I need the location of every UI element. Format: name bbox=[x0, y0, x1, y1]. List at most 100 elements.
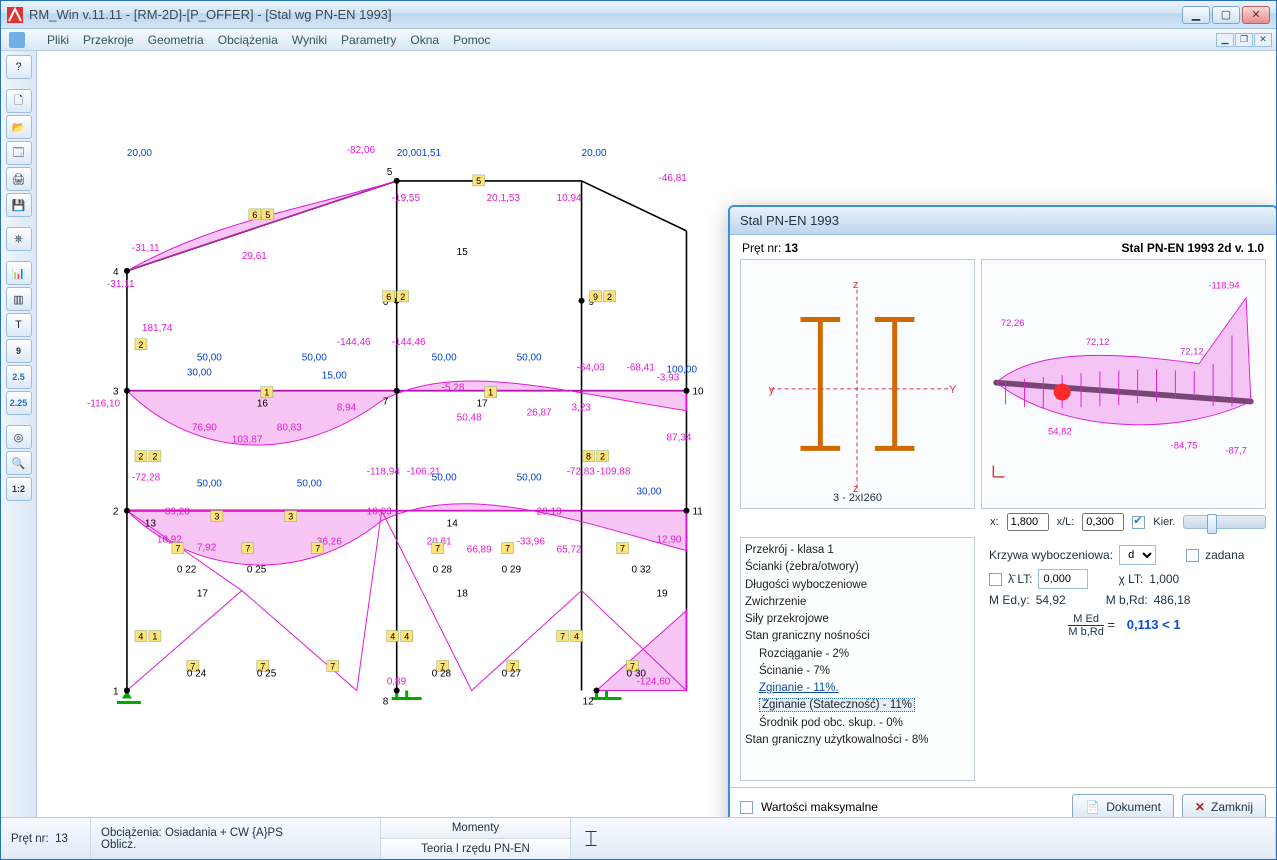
menu-okna[interactable]: Okna bbox=[410, 33, 439, 47]
maximize-button[interactable]: ▢ bbox=[1212, 6, 1240, 24]
x-input[interactable] bbox=[1007, 513, 1049, 531]
svg-text:20,00: 20,00 bbox=[127, 148, 152, 159]
minimize-button[interactable]: ▁ bbox=[1182, 6, 1210, 24]
svg-text:5: 5 bbox=[387, 167, 393, 178]
new-button[interactable]: 🗋 bbox=[6, 89, 32, 113]
svg-text:100,00: 100,00 bbox=[666, 365, 697, 376]
svg-text:0 25: 0 25 bbox=[247, 565, 267, 576]
svg-text:-144,46: -144,46 bbox=[392, 337, 426, 348]
curve-select[interactable]: d bbox=[1119, 545, 1156, 565]
svg-text:-84,75: -84,75 bbox=[1171, 440, 1198, 451]
document-button[interactable]: 📄 Dokument bbox=[1072, 794, 1174, 817]
lambda-input[interactable] bbox=[1038, 569, 1088, 589]
svg-text:8: 8 bbox=[586, 452, 591, 462]
svg-text:-82,06: -82,06 bbox=[347, 145, 376, 156]
svg-text:2: 2 bbox=[400, 292, 405, 302]
structure-canvas[interactable]: 20,00 -82,06 20,001,51 20,00 bbox=[37, 51, 1276, 817]
scale-button[interactable]: 1:2 bbox=[6, 477, 32, 501]
svg-text:1: 1 bbox=[113, 686, 119, 697]
fire-button[interactable]: ⎈ bbox=[6, 227, 32, 251]
close-button[interactable]: ✕ bbox=[1242, 6, 1270, 24]
svg-text:0,89: 0,89 bbox=[387, 676, 407, 687]
svg-text:8,94: 8,94 bbox=[337, 403, 357, 414]
status-tab-momenty[interactable]: Momenty bbox=[381, 818, 570, 839]
preview-button[interactable]: 🗔 bbox=[6, 141, 32, 165]
tree-sgu[interactable]: Stan graniczny użytkowalności - 8% bbox=[745, 732, 968, 749]
svg-text:80,83: 80,83 bbox=[277, 423, 302, 434]
svg-text:7: 7 bbox=[175, 544, 180, 554]
app-icon bbox=[7, 7, 23, 23]
svg-text:0 28: 0 28 bbox=[433, 565, 453, 576]
tree-scinanie[interactable]: Ścinanie - 7% bbox=[745, 663, 968, 680]
svg-text:89,20: 89,20 bbox=[165, 507, 190, 518]
statusbar: Pręt nr: 13 Obciążenia: Osiadania + CW {… bbox=[1, 817, 1276, 859]
svg-text:-31,11: -31,11 bbox=[107, 279, 135, 290]
menu-pomoc[interactable]: Pomoc bbox=[453, 33, 490, 47]
menu-obciazenia[interactable]: Obciążenia bbox=[218, 33, 278, 47]
kier-checkbox[interactable] bbox=[1132, 516, 1145, 529]
svg-text:-116,10: -116,10 bbox=[87, 399, 121, 410]
mdi-close-button[interactable]: ✕ bbox=[1254, 33, 1272, 47]
tree-rozciaganie[interactable]: Rozciąganie - 2% bbox=[745, 646, 968, 663]
tree-srodnik[interactable]: Środnik pod obc. skup. - 0% bbox=[745, 715, 968, 732]
nine-button[interactable]: 9 bbox=[6, 339, 32, 363]
svg-text:5: 5 bbox=[265, 210, 270, 220]
tree-zginanie[interactable]: Zginanie - 11%. bbox=[745, 680, 968, 697]
tee-button[interactable]: T bbox=[6, 313, 32, 337]
menu-przekroje[interactable]: Przekroje bbox=[83, 33, 134, 47]
zadana-checkbox[interactable] bbox=[1186, 549, 1199, 562]
mdi-child-icon bbox=[9, 32, 25, 48]
svg-text:50,00: 50,00 bbox=[517, 353, 542, 364]
svg-text:12: 12 bbox=[583, 696, 595, 707]
help-button[interactable]: ? bbox=[6, 55, 32, 79]
menu-parametry[interactable]: Parametry bbox=[341, 33, 396, 47]
svg-text:50,00: 50,00 bbox=[432, 353, 457, 364]
dialog-pret-no: 13 bbox=[785, 241, 798, 255]
svg-text:2: 2 bbox=[138, 452, 143, 462]
open-button[interactable]: 📂 bbox=[6, 115, 32, 139]
zoom-button[interactable]: 🔍 bbox=[6, 451, 32, 475]
svg-text:0 29: 0 29 bbox=[502, 565, 522, 576]
wmax-checkbox[interactable] bbox=[740, 801, 753, 814]
svg-text:20,001,51: 20,001,51 bbox=[397, 148, 442, 159]
svg-text:0 28: 0 28 bbox=[432, 668, 452, 679]
position-slider[interactable] bbox=[1183, 515, 1266, 529]
svg-text:30,00: 30,00 bbox=[637, 487, 662, 498]
svg-text:0 30: 0 30 bbox=[627, 668, 647, 679]
moment-panel: -118,94 72,26 72,12 72,12 54,82 -84,75 bbox=[981, 259, 1266, 509]
svg-text:7: 7 bbox=[435, 544, 440, 554]
dialog-title[interactable]: Stal PN-EN 1993 bbox=[730, 207, 1276, 235]
chart-button[interactable]: 📊 bbox=[6, 261, 32, 285]
menu-wyniki[interactable]: Wyniki bbox=[292, 33, 327, 47]
svg-text:10,94: 10,94 bbox=[557, 193, 582, 204]
menu-geometria[interactable]: Geometria bbox=[148, 33, 204, 47]
tree-zwichrzenie[interactable]: Zwichrzenie bbox=[745, 594, 968, 611]
mdi-minimize-button[interactable]: ▁ bbox=[1216, 33, 1234, 47]
mdi-restore-button[interactable]: ❐ bbox=[1235, 33, 1253, 47]
tree-scianki[interactable]: Ścianki (żebra/otwory) bbox=[745, 559, 968, 576]
bars-button[interactable]: ▥ bbox=[6, 287, 32, 311]
tree-sgn[interactable]: Stan graniczny nośności bbox=[745, 628, 968, 645]
tree-przekroj[interactable]: Przekrój - klasa 1 bbox=[745, 542, 968, 559]
svg-text:4: 4 bbox=[138, 632, 143, 642]
svg-text:50,00: 50,00 bbox=[302, 353, 327, 364]
svg-text:15,00: 15,00 bbox=[322, 371, 347, 382]
tree-sily[interactable]: Siły przekrojowe bbox=[745, 611, 968, 628]
save-button[interactable]: 💾 bbox=[6, 193, 32, 217]
lambda-checkbox[interactable] bbox=[989, 573, 1002, 586]
status-tab-teoria[interactable]: Teoria I rzędu PN-EN bbox=[381, 839, 570, 859]
menu-pliki[interactable]: Pliki bbox=[47, 33, 69, 47]
status-pret-no: 13 bbox=[55, 833, 68, 845]
print-button[interactable]: 🖨 bbox=[6, 167, 32, 191]
svg-text:20,00: 20,00 bbox=[582, 148, 607, 159]
dim-button[interactable]: 2.5 bbox=[6, 365, 32, 389]
dim2-button[interactable]: 2.25 bbox=[6, 391, 32, 415]
svg-text:-19,55: -19,55 bbox=[392, 193, 421, 204]
tree-dlugosci[interactable]: Długości wyboczeniowe bbox=[745, 577, 968, 594]
tree-zginanie-statecznosc[interactable]: Zginanie (Stateczność) - 11% bbox=[759, 698, 915, 712]
dialog-close-button[interactable]: ✕ Zamknij bbox=[1182, 794, 1266, 817]
svg-text:2: 2 bbox=[113, 507, 119, 518]
target-button[interactable]: ◎ bbox=[6, 425, 32, 449]
svg-text:7: 7 bbox=[560, 632, 565, 642]
xl-input[interactable] bbox=[1082, 513, 1124, 531]
